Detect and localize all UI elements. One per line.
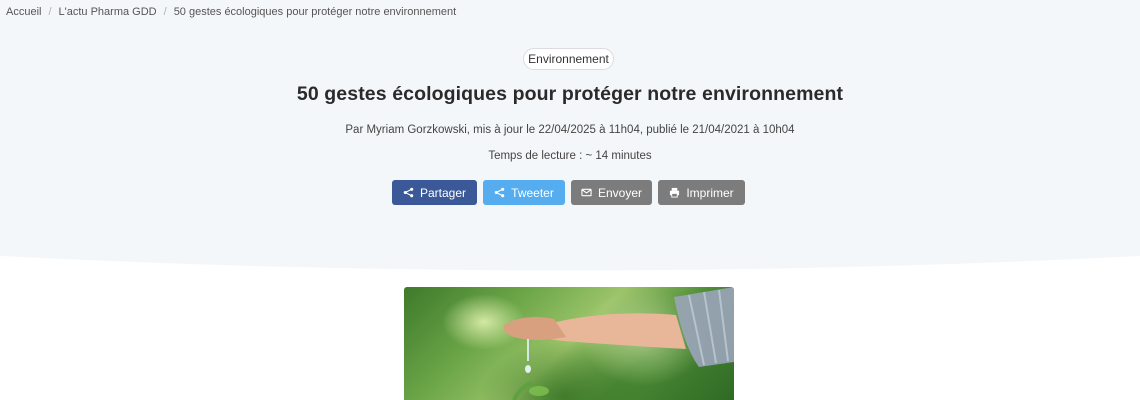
envelope-icon	[581, 188, 592, 197]
tweet-button-label: Tweeter	[511, 185, 554, 200]
category-tag[interactable]: Environnement	[523, 48, 614, 70]
article-hero-image	[404, 287, 734, 400]
breadcrumb-separator: /	[48, 6, 52, 18]
print-button[interactable]: Imprimer	[658, 180, 745, 205]
share-button[interactable]: Partager	[392, 180, 477, 205]
article-header	[0, 0, 1140, 272]
breadcrumb-actu-pharma[interactable]: L'actu Pharma GDD	[59, 6, 157, 18]
hero-curve-divider	[0, 256, 1140, 272]
article-title: 50 gestes écologiques pour protéger notr…	[296, 83, 844, 105]
share-buttons: Partager Tweeter Envoyer Imprimer	[392, 180, 745, 205]
print-button-label: Imprimer	[686, 185, 734, 200]
printer-icon	[670, 187, 680, 198]
breadcrumb-current: 50 gestes écologiques pour protéger notr…	[173, 6, 457, 18]
share-button-label: Partager	[419, 185, 467, 200]
hand-water-illustration	[503, 287, 734, 400]
article-meta: Par Myriam Gorzkowski, mis à jour le 22/…	[345, 124, 795, 136]
email-button[interactable]: Envoyer	[571, 180, 652, 205]
breadcrumb-separator: /	[163, 6, 167, 18]
breadcrumb: Accueil / L'actu Pharma GDD / 50 gestes …	[6, 6, 456, 18]
share-icon	[403, 187, 414, 198]
tweet-button[interactable]: Tweeter	[483, 180, 565, 205]
email-button-label: Envoyer	[597, 185, 643, 200]
breadcrumb-home[interactable]: Accueil	[6, 6, 41, 18]
reading-time: Temps de lecture : ~ 14 minutes	[488, 150, 652, 162]
share-icon	[494, 187, 505, 198]
